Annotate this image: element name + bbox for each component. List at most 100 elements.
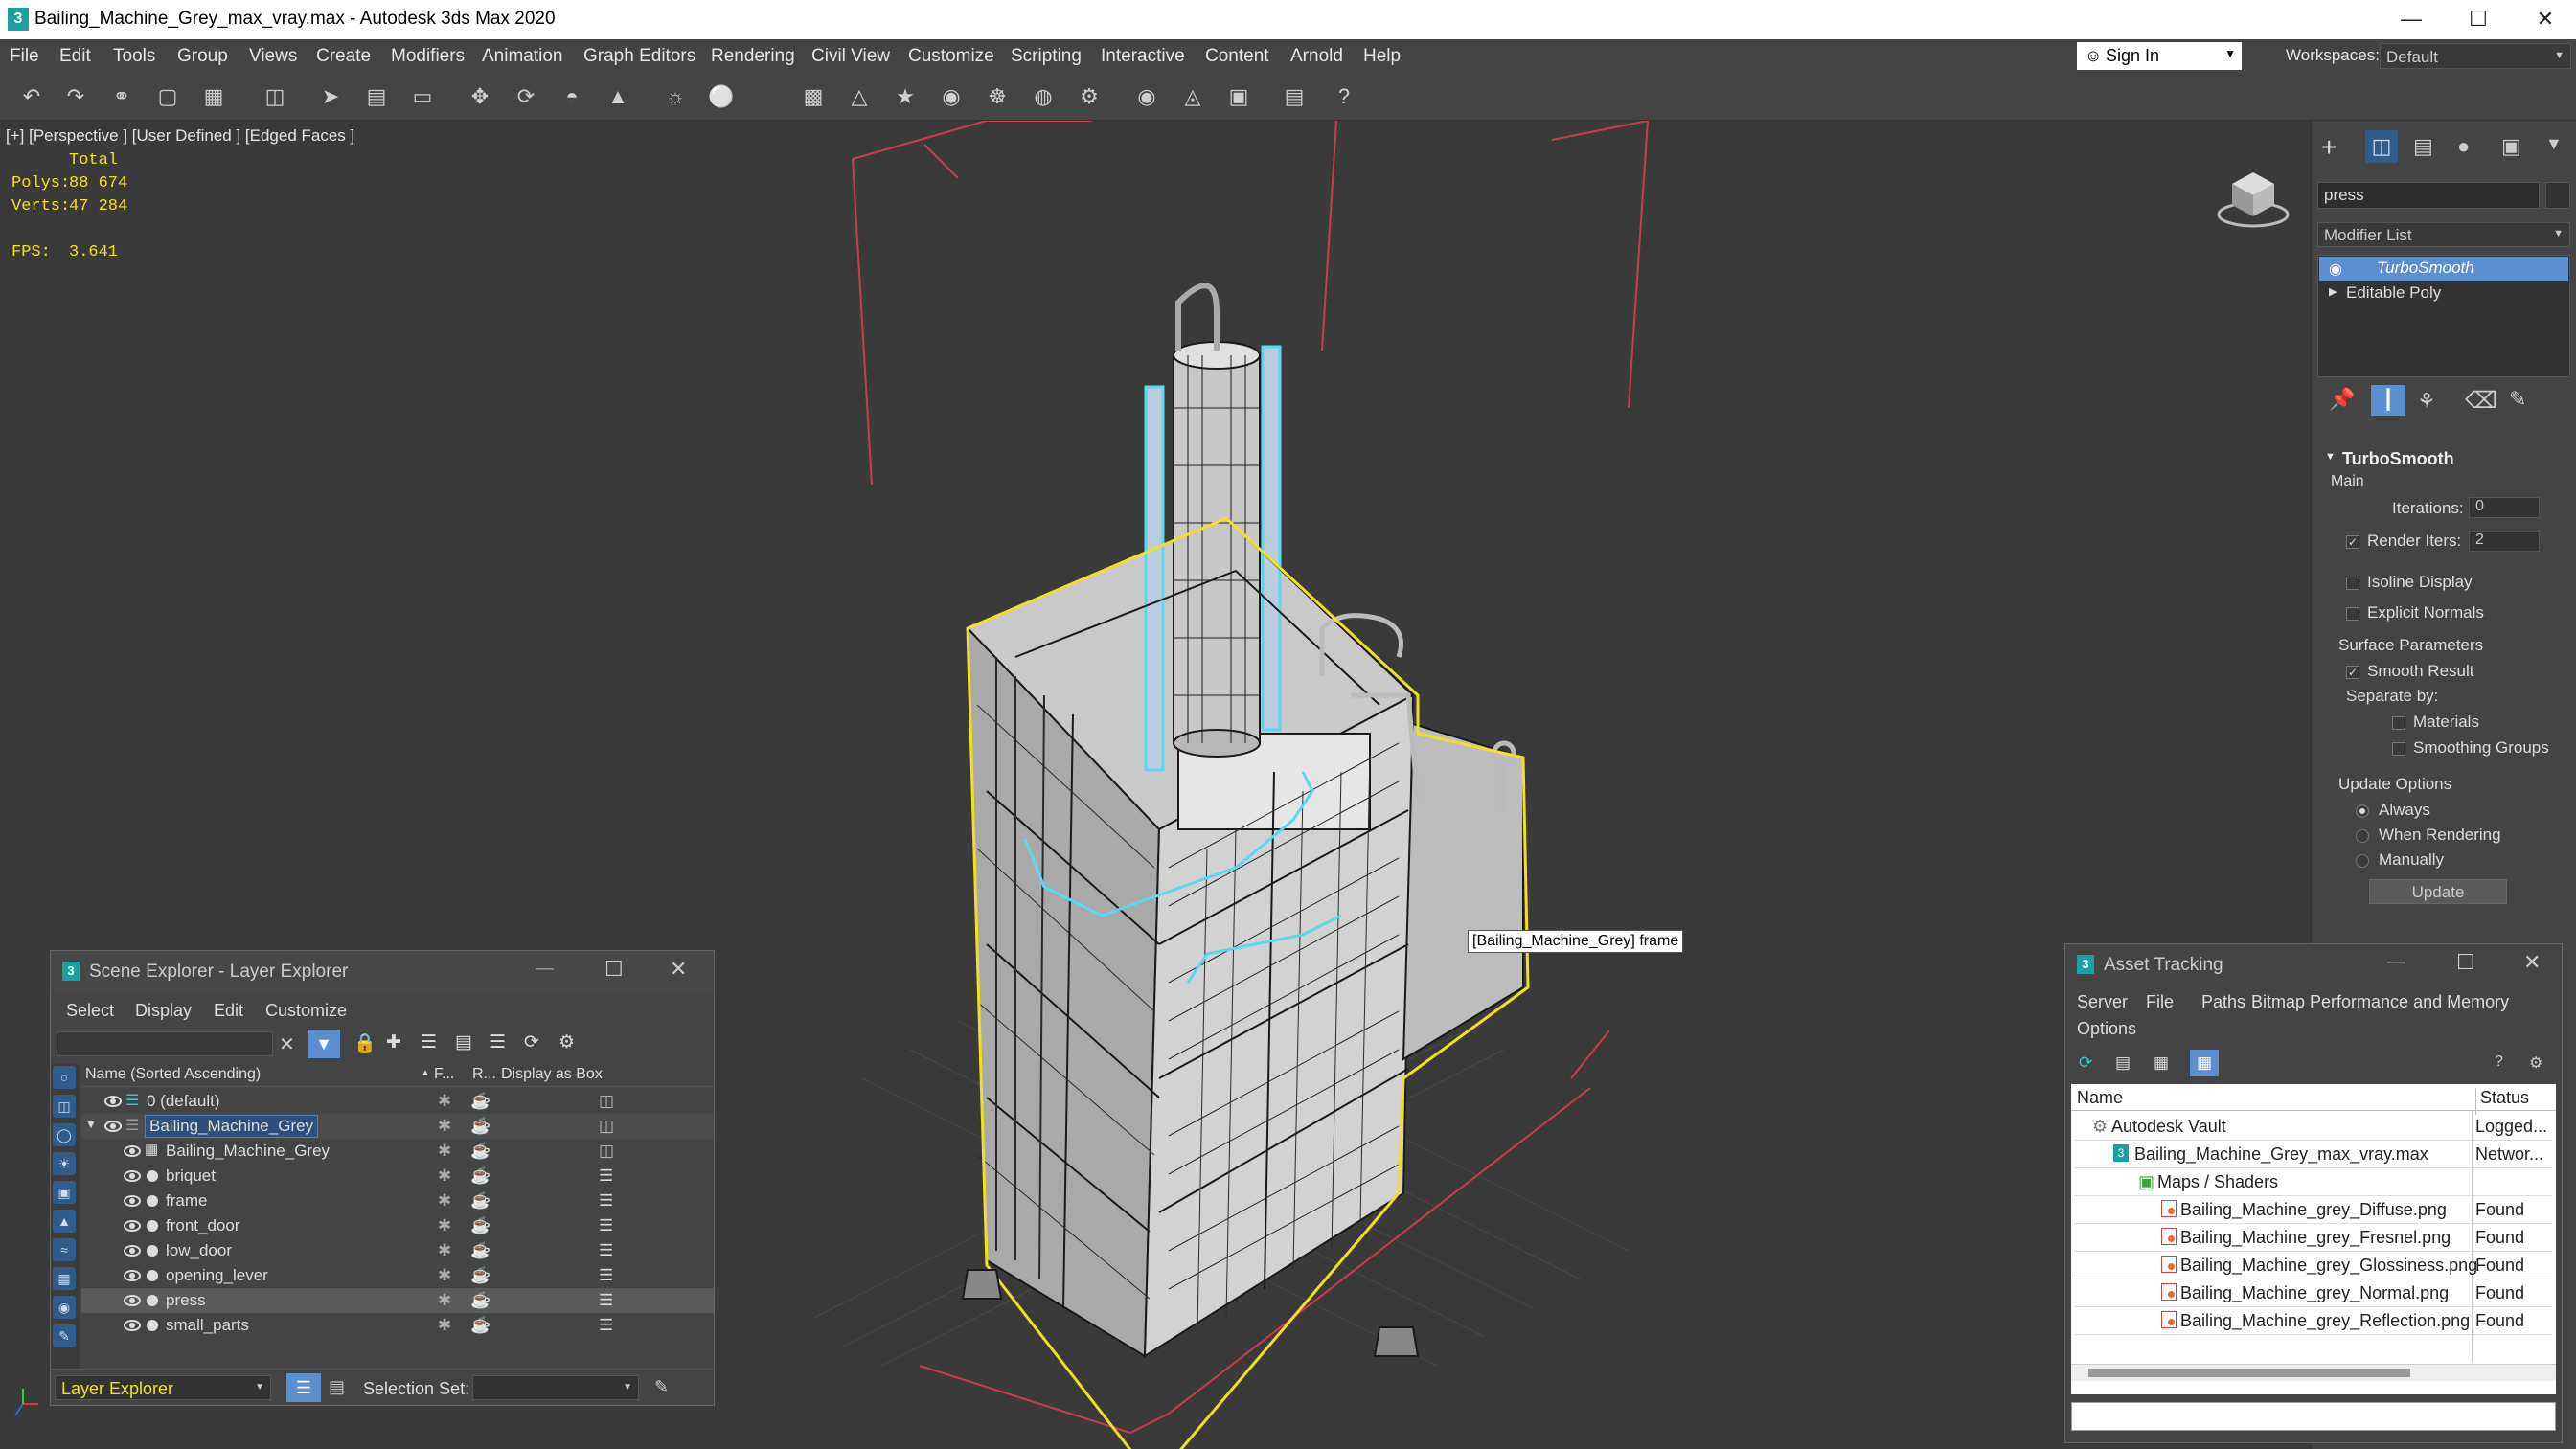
render-iters-spinner[interactable]: 2	[2469, 531, 2540, 552]
object-row[interactable]: opening_lever ✱ ☕ ☰	[81, 1263, 714, 1288]
col-name[interactable]: Name (Sorted Ascending)	[85, 1066, 261, 1083]
refresh-icon[interactable]: ⟳	[2079, 1053, 2092, 1073]
render-teapot-icon[interactable]: ☕	[470, 1092, 490, 1111]
minimize-button[interactable]: —	[2385, 4, 2437, 34]
selection-filter-icon[interactable]: ◫	[261, 82, 289, 111]
workspace-dropdown[interactable]: Default ▼	[2380, 43, 2571, 69]
vault-settings-icon[interactable]: ⚙	[2529, 1053, 2542, 1073]
at-menu-bitmap[interactable]: Bitmap Performance and Memory	[2251, 992, 2509, 1012]
visibility-eye-icon[interactable]	[124, 1245, 141, 1257]
layer-row[interactable]: ▼ ☰ Bailing_Machine_Grey ✱ ☕ ◫	[81, 1114, 714, 1139]
display-lights-icon[interactable]: ☀	[53, 1152, 76, 1175]
se-menu-customize[interactable]: Customize	[265, 1001, 347, 1021]
rotate-icon[interactable]: ⟳	[512, 82, 540, 111]
menu-graph-editors[interactable]: Graph Editors	[583, 46, 695, 67]
maximize-button[interactable]: ☐	[604, 957, 624, 982]
se-search-input[interactable]	[57, 1031, 273, 1056]
undo-icon[interactable]: ↶	[17, 82, 46, 111]
render-teapot-icon[interactable]: ☕	[470, 1266, 490, 1285]
se-menu-select[interactable]: Select	[66, 1001, 114, 1021]
display-bones-icon[interactable]: ✎	[53, 1324, 76, 1347]
selection-set-dropdown[interactable]: ▼	[472, 1375, 639, 1400]
object-name-field[interactable]: press	[2317, 182, 2540, 209]
asset-path-field[interactable]	[2071, 1402, 2556, 1431]
stack-item-turbosmooth[interactable]: ◉ TurboSmooth	[2319, 257, 2568, 281]
freeze-icon[interactable]: ✱	[438, 1166, 451, 1186]
stack-icon[interactable]: ☰	[599, 1241, 613, 1260]
col-display-box[interactable]: Display as Box	[501, 1066, 603, 1083]
modifier-list-dropdown[interactable]: Modifier List ▼	[2317, 222, 2570, 247]
se-menu-edit[interactable]: Edit	[214, 1001, 243, 1021]
motion-tab-icon[interactable]: ●	[2457, 134, 2470, 159]
always-radio[interactable]	[2356, 804, 2369, 818]
freeze-icon[interactable]: ✱	[438, 1142, 451, 1161]
bind-spacewarp-icon[interactable]: ▦	[199, 82, 228, 111]
at-menu-file[interactable]: File	[2146, 992, 2174, 1012]
pin-stack-icon[interactable]: 📌	[2329, 387, 2355, 412]
render-teapot-icon[interactable]: ☕	[470, 1117, 490, 1136]
lock-icon[interactable]: 🔒	[353, 1031, 376, 1054]
select-by-name-icon[interactable]: ▤	[362, 82, 391, 111]
freeze-icon[interactable]: ✱	[438, 1117, 451, 1136]
stack-icon[interactable]: ☰	[599, 1291, 613, 1310]
menu-modifiers[interactable]: Modifiers	[391, 46, 465, 67]
freeze-icon[interactable]: ✱	[438, 1191, 451, 1211]
rect-selection-icon[interactable]: ▭	[408, 82, 437, 111]
explicit-normals-checkbox[interactable]	[2346, 606, 2359, 621]
render-setup-icon[interactable]: ⚙	[1075, 82, 1104, 111]
mirror-icon[interactable]: ▩	[799, 82, 828, 111]
menu-create[interactable]: Create	[316, 46, 371, 67]
menu-animation[interactable]: Animation	[482, 46, 563, 67]
rollout-header[interactable]: ▼ TurboSmooth	[2317, 446, 2570, 471]
materials-checkbox[interactable]	[2392, 715, 2405, 730]
menu-tools[interactable]: Tools	[113, 46, 155, 67]
display-groups-icon[interactable]: ▦	[53, 1267, 76, 1290]
select-object-icon[interactable]: ➤	[316, 82, 345, 111]
move-icon[interactable]: ✥	[466, 82, 494, 111]
se-menu-display[interactable]: Display	[135, 1001, 192, 1021]
show-end-result-icon[interactable]: ┃	[2371, 385, 2405, 416]
menu-civil-view[interactable]: Civil View	[811, 46, 890, 67]
table-view-icon[interactable]: ▦	[2190, 1050, 2219, 1076]
hierarchy-tab-icon[interactable]: ▤	[2413, 134, 2433, 159]
at-menu-server[interactable]: Server	[2077, 992, 2128, 1012]
utilities-tab-icon[interactable]: ▼	[2545, 134, 2563, 154]
object-color-swatch[interactable]	[2545, 182, 2570, 209]
close-button[interactable]: ✕	[2523, 950, 2541, 975]
freeze-icon[interactable]: ✱	[438, 1241, 451, 1260]
asset-row[interactable]: Bailing_Machine_grey_Reflection.png Foun…	[2075, 1307, 2552, 1335]
redo-icon[interactable]: ↷	[61, 82, 90, 111]
menu-interactive[interactable]: Interactive	[1101, 46, 1185, 67]
asset-row[interactable]: Bailing_Machine_grey_Normal.png Found	[2075, 1279, 2552, 1307]
object-row[interactable]: small_parts ✱ ☕ ☰	[81, 1313, 714, 1338]
stack-icon[interactable]: ☰	[599, 1191, 613, 1211]
sign-in-dropdown[interactable]: ☺ Sign In ▼	[2077, 42, 2242, 70]
hierarchy-mode-icon[interactable]: ▤	[329, 1377, 345, 1397]
visibility-eye-icon[interactable]	[104, 1121, 122, 1132]
display-spacewarps-icon[interactable]: ≈	[53, 1238, 76, 1261]
object-row[interactable]: ▦ Bailing_Machine_Grey ✱ ☕ ◫	[81, 1139, 714, 1164]
minimize-button[interactable]: —	[536, 959, 554, 980]
freeze-icon[interactable]: ✱	[438, 1266, 451, 1285]
render-iterative-icon[interactable]: ▤	[1280, 82, 1309, 111]
tree-view-icon[interactable]: ▦	[2154, 1053, 2169, 1073]
asset-row[interactable]: Bailing_Machine_grey_Glossiness.png Foun…	[2075, 1252, 2552, 1279]
close-button[interactable]: ✕	[670, 957, 687, 982]
collapse-arrow-icon[interactable]: ▼	[85, 1118, 97, 1131]
rendered-frame-icon[interactable]: ◉	[1132, 82, 1161, 111]
display-geometry-icon[interactable]: ◫	[53, 1095, 76, 1118]
asset-row[interactable]: Bailing_Machine_grey_Diffuse.png Found	[2075, 1196, 2552, 1224]
layers-icon[interactable]: ☰	[421, 1031, 437, 1053]
freeze-icon[interactable]: ✱	[438, 1092, 451, 1111]
visibility-eye-icon[interactable]	[124, 1195, 141, 1207]
freeze-icon[interactable]: ✱	[438, 1216, 451, 1235]
menu-arnold[interactable]: Arnold	[1290, 46, 1343, 67]
smooth-result-checkbox[interactable]: ✓	[2346, 665, 2359, 679]
clear-search-icon[interactable]: ✕	[279, 1032, 295, 1056]
menu-rendering[interactable]: Rendering	[711, 46, 795, 67]
isoline-checkbox[interactable]	[2346, 576, 2359, 590]
display-cameras-icon[interactable]: ▣	[53, 1181, 76, 1204]
help-icon[interactable]: ?	[2495, 1053, 2503, 1071]
render-teapot-icon[interactable]: ☕	[470, 1291, 490, 1310]
menu-help[interactable]: Help	[1363, 46, 1401, 67]
